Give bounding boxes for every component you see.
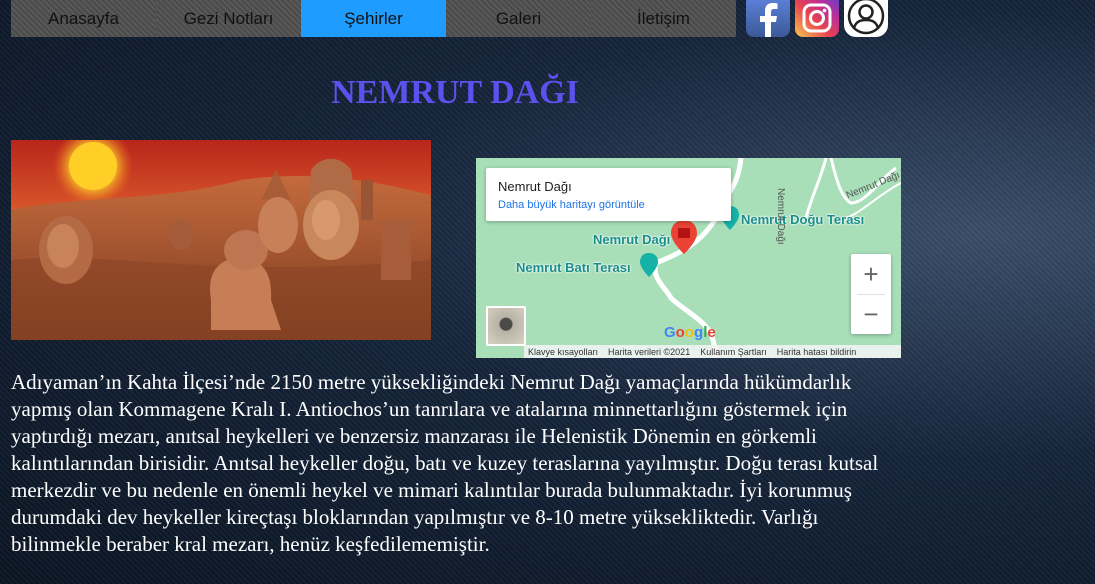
map-info-card: Nemrut Dağı Daha büyük haritayı görüntül… (486, 168, 731, 221)
nav-item-galeri[interactable]: Galeri (446, 0, 591, 37)
instagram-icon[interactable] (795, 0, 839, 37)
terms-link[interactable]: Kullanım Şartları (700, 347, 767, 357)
map-label-summit[interactable]: Nemrut Dağı (593, 232, 670, 247)
nemrut-photo (11, 140, 431, 340)
page-title: NEMRUT DAĞI (331, 74, 579, 111)
nav-item-gezi-notlari[interactable]: Gezi Notları (156, 0, 301, 37)
map-attribution: Klavye kısayolları Harita verileri ©2021… (524, 345, 901, 358)
main-nav: Anasayfa Gezi Notları Şehirler Galeri İl… (11, 0, 736, 37)
map-data-text: Harita verileri ©2021 (608, 346, 691, 357)
nav-item-anasayfa[interactable]: Anasayfa (11, 0, 156, 37)
nav-item-iletisim[interactable]: İletişim (591, 0, 736, 37)
satellite-toggle[interactable] (486, 306, 526, 346)
zoom-controls: + − (851, 254, 891, 334)
social-links (746, 0, 888, 37)
larger-map-link[interactable]: Daha büyük haritayı görüntüle (498, 199, 645, 211)
map-label-west-terrace[interactable]: Nemrut Batı Terası (516, 260, 631, 275)
google-logo: Google (664, 324, 716, 341)
road-label: Nemrut Dağı (775, 188, 786, 245)
map-place-title: Nemrut Dağı (498, 179, 572, 194)
location-map[interactable]: Nemrut Dağı Nemrut Doğu Terası Nemrut Ba… (476, 158, 901, 358)
zoom-out-button[interactable]: − (851, 294, 891, 334)
keyboard-shortcuts-link[interactable]: Klavye kısayolları (528, 347, 598, 357)
description-paragraph: Adıyaman’ın Kahta İlçesi’nde 2150 metre … (11, 370, 879, 556)
map-label-east-terrace[interactable]: Nemrut Doğu Terası (741, 212, 864, 227)
report-error-link[interactable]: Harita hatası bildirin (777, 347, 857, 357)
user-icon[interactable] (844, 0, 888, 37)
facebook-icon[interactable] (746, 0, 790, 37)
zoom-divider (857, 294, 885, 295)
nav-item-sehirler[interactable]: Şehirler (301, 0, 446, 37)
zoom-in-button[interactable]: + (851, 254, 891, 294)
